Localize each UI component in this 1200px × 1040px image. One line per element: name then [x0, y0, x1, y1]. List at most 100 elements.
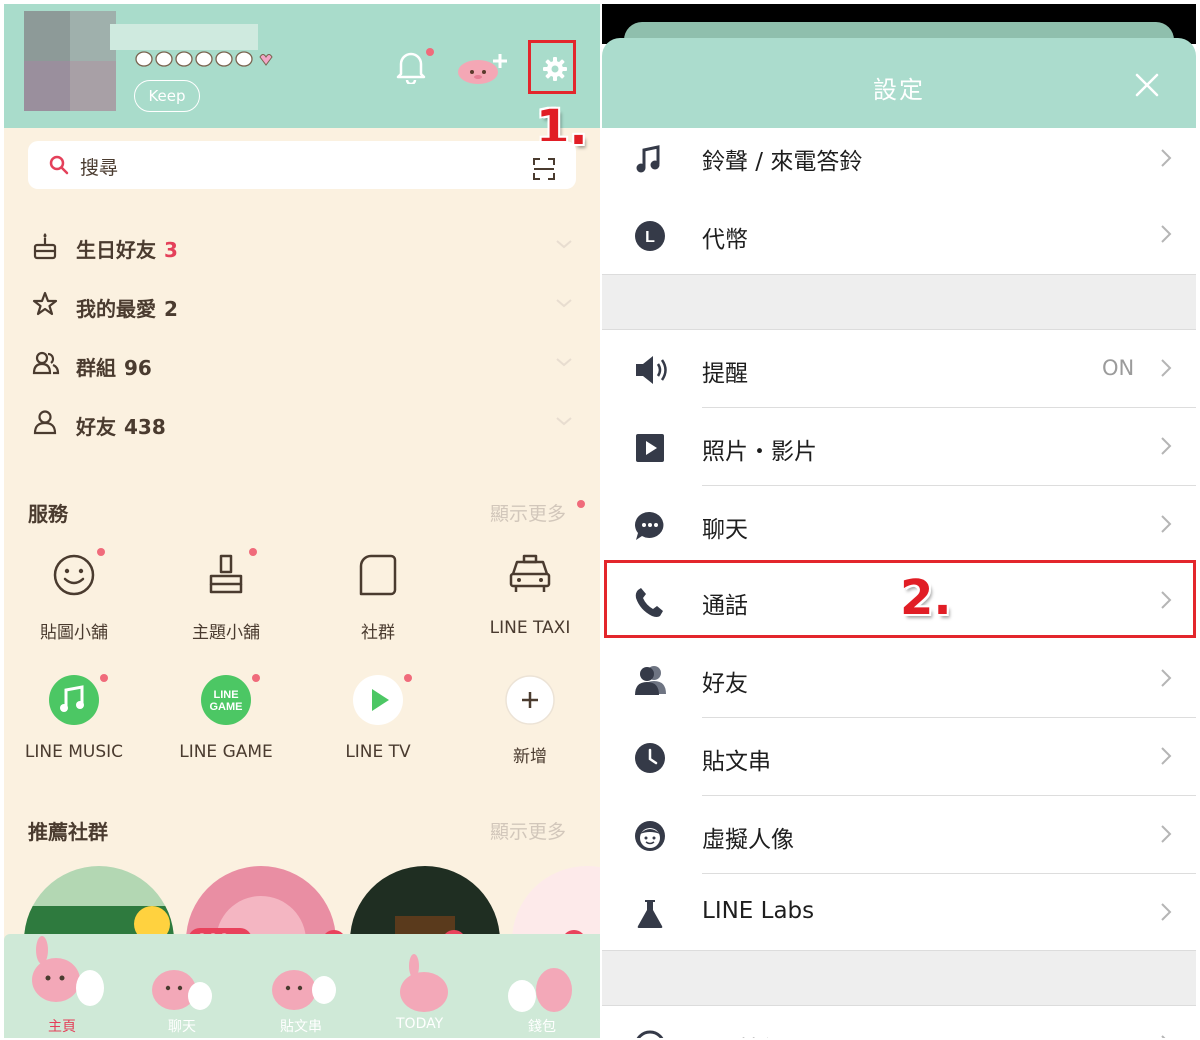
service-add[interactable]: 新增	[460, 674, 600, 767]
step-2-annotation: 2.	[900, 570, 952, 626]
chevron-right-icon	[1161, 149, 1172, 167]
profile-header: Keep	[4, 4, 600, 128]
chevron-right-icon	[1161, 359, 1172, 377]
settings-row-friends[interactable]: 好友	[602, 640, 1196, 718]
chevron-right-icon	[1161, 437, 1172, 455]
theme-shop-icon	[209, 554, 243, 594]
settings-row-coins[interactable]: L 代幣	[602, 196, 1196, 274]
services-show-more-link[interactable]: 顯示更多	[490, 499, 566, 526]
settings-row-label: 照片・影片	[702, 439, 817, 465]
clock-icon	[635, 743, 665, 773]
chat-tab-icon	[152, 970, 212, 1010]
add-friend-icon[interactable]	[456, 48, 514, 88]
service-sticker-shop[interactable]: 貼圖小舖	[4, 548, 144, 643]
settings-row-avatar[interactable]: 虛擬人像	[602, 796, 1196, 874]
friend-group-label: 群組 96	[76, 356, 152, 380]
tab-today[interactable]: TODAY	[396, 1016, 443, 1032]
service-label: LINE MUSIC	[24, 742, 124, 762]
coin-icon: L	[635, 221, 665, 251]
settings-row-chats[interactable]: 聊天	[602, 486, 1196, 564]
settings-row-label: 好友	[702, 671, 748, 697]
settings-row-timeline[interactable]: 貼文串	[602, 718, 1196, 796]
service-community[interactable]: 社群	[308, 552, 448, 643]
wallet-tab-icon	[508, 968, 572, 1012]
section-divider	[602, 274, 1196, 330]
service-label: LINE TAXI	[489, 618, 571, 638]
chevron-down-icon	[556, 417, 572, 426]
community-icon	[359, 554, 397, 596]
gear-icon	[543, 57, 567, 81]
service-label: 社群	[361, 623, 395, 643]
service-theme-shop[interactable]: 主題小舖	[156, 548, 296, 643]
chevron-right-icon	[1161, 515, 1172, 533]
service-line-game[interactable]: LINE GAME LINE GAME	[156, 674, 296, 762]
flask-icon	[637, 900, 663, 928]
settings-row-label: 代幣	[702, 227, 748, 253]
service-line-music[interactable]: LINE MUSIC	[4, 674, 144, 762]
keep-button[interactable]: Keep	[134, 80, 200, 112]
avatar[interactable]	[24, 11, 116, 111]
speaker-icon	[636, 356, 667, 384]
star-icon	[32, 291, 58, 316]
chevron-right-icon	[1161, 825, 1172, 843]
search-bar[interactable]: 搜尋	[28, 141, 576, 189]
svg-text:L: L	[645, 229, 655, 246]
settings-row-ringtone[interactable]: 鈴聲 / 來電答鈴	[602, 128, 1196, 206]
chevron-down-icon	[556, 358, 572, 367]
recommended-communities-title: 推薦社群	[28, 820, 108, 844]
service-line-taxi[interactable]: LINE TAXI	[460, 552, 600, 638]
tab-wallet[interactable]: 錢包	[528, 1016, 556, 1036]
settings-header: 設定	[602, 38, 1196, 128]
search-input[interactable]: 搜尋	[80, 153, 118, 180]
friend-group-label: 我的最愛 2	[76, 297, 178, 321]
friends-icon	[635, 666, 666, 695]
play-icon	[636, 434, 664, 462]
bottom-tab-bar: 主頁 聊天 貼文串 TODAY 錢包	[4, 934, 600, 1038]
services-title: 服務	[28, 502, 68, 526]
close-icon[interactable]	[1134, 72, 1160, 98]
search-icon	[49, 155, 69, 175]
line-tv-icon	[353, 675, 403, 725]
person-icon	[33, 410, 57, 435]
chevron-down-icon	[556, 299, 572, 308]
friend-group-label: 好友 438	[76, 415, 166, 439]
chevron-right-icon	[1161, 1035, 1166, 1038]
svg-text:GAME: GAME	[210, 701, 243, 713]
settings-title: 設定	[873, 76, 925, 104]
add-icon	[505, 675, 555, 725]
profile-name-emoji-icon	[132, 47, 282, 76]
settings-row-photos-videos[interactable]: 照片・影片	[602, 408, 1196, 486]
service-label: 貼圖小舖	[40, 623, 108, 643]
chevron-right-icon	[1161, 669, 1172, 687]
tab-chat[interactable]: 聊天	[168, 1016, 196, 1036]
settings-row-siri-shortcuts[interactable]: Siri捷徑	[602, 1006, 1196, 1038]
settings-row-line-labs[interactable]: LINE Labs	[602, 874, 1196, 952]
line-game-icon: LINE GAME	[201, 675, 251, 725]
timeline-tab-icon	[272, 970, 336, 1010]
notification-bell-icon[interactable]	[396, 48, 434, 90]
friend-group-friends[interactable]: 好友 438	[4, 399, 600, 449]
friend-group-birthday[interactable]: 生日好友 3	[4, 222, 600, 272]
settings-row-label: 鈴聲 / 來電答鈴	[702, 149, 863, 175]
new-dot-icon	[577, 500, 585, 508]
settings-row-label: 聊天	[702, 517, 748, 543]
section-divider	[602, 950, 1196, 1006]
friend-group-favorites[interactable]: 我的最愛 2	[4, 281, 600, 331]
settings-button[interactable]	[528, 40, 576, 94]
service-label: LINE TV	[345, 742, 411, 762]
tab-timeline[interactable]: 貼文串	[280, 1016, 322, 1036]
service-line-tv[interactable]: LINE TV	[308, 674, 448, 762]
group-icon	[32, 351, 60, 375]
recommended-show-more-link[interactable]: 顯示更多	[490, 817, 566, 844]
settings-row-notifications[interactable]: 提醒 ON	[602, 330, 1196, 408]
home-tab-icon	[32, 936, 104, 1006]
tab-home[interactable]: 主頁	[48, 1016, 76, 1036]
chevron-right-icon	[1161, 903, 1172, 921]
friend-group-groups[interactable]: 群組 96	[4, 340, 600, 390]
qr-scan-icon[interactable]	[532, 157, 556, 181]
settings-row-label: Siri捷徑	[702, 1030, 785, 1038]
service-label: LINE GAME	[179, 742, 273, 762]
notifications-status-value: ON	[1102, 356, 1135, 380]
settings-screen: 設定 鈴聲 / 來電答鈴 L 代幣 提醒 ON 照片・影片 聊天 通話 2. 好…	[602, 4, 1196, 1038]
chevron-right-icon	[1161, 225, 1172, 243]
